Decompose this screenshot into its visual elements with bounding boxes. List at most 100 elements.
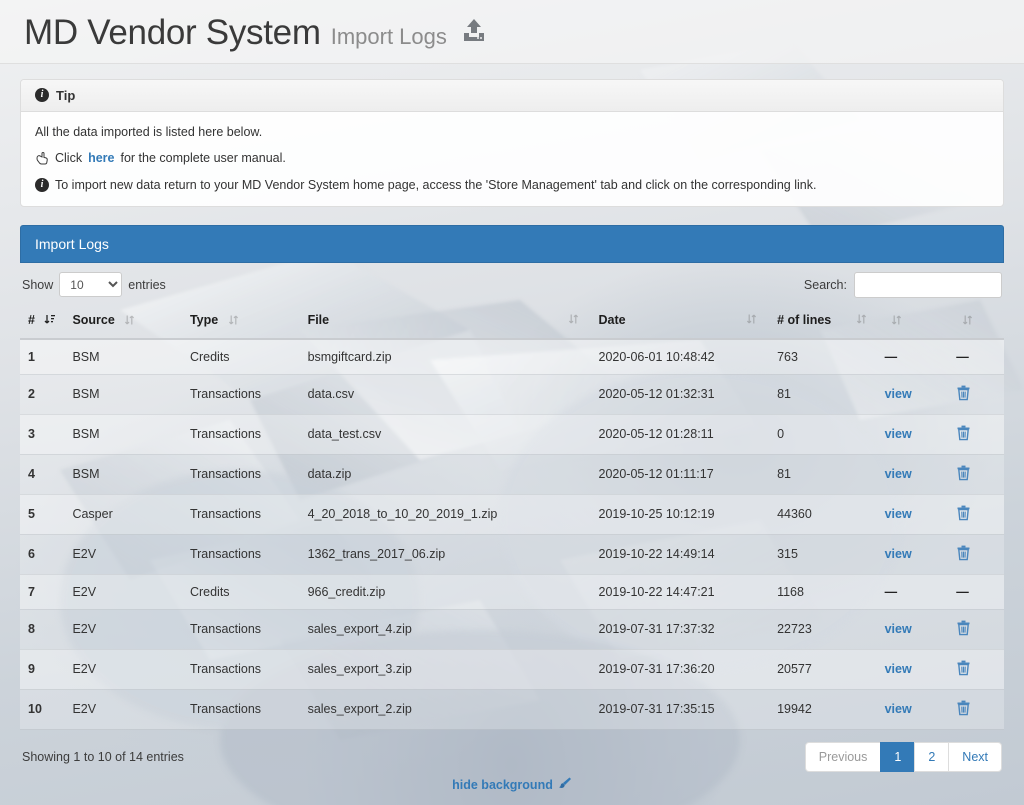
- cell-index: 1: [20, 339, 64, 375]
- column-header-delete[interactable]: [948, 306, 1004, 339]
- tip-line-2: Click here for the complete user manual.: [35, 151, 989, 166]
- cell-index: 6: [20, 534, 64, 574]
- info-circle-icon-2: i: [35, 178, 49, 192]
- cell-file: sales_export_3.zip: [300, 649, 591, 689]
- cell-source: BSM: [64, 339, 182, 375]
- cell-type: Transactions: [182, 374, 300, 414]
- delete-button[interactable]: [956, 385, 971, 401]
- tip-line-1-text: All the data imported is listed here bel…: [35, 125, 262, 139]
- column-header-date[interactable]: Date: [591, 306, 770, 339]
- column-header-type[interactable]: Type: [182, 306, 300, 339]
- cell-index: 5: [20, 494, 64, 534]
- pagination-page-1[interactable]: 1: [880, 742, 915, 772]
- table-info: Showing 1 to 10 of 14 entries: [22, 750, 184, 764]
- view-link[interactable]: view: [885, 507, 912, 521]
- tip-line-3-text: To import new data return to your MD Ven…: [55, 178, 816, 192]
- tip-line-2-suffix: for the complete user manual.: [121, 151, 286, 165]
- cell-type: Credits: [182, 574, 300, 609]
- view-link[interactable]: view: [885, 662, 912, 676]
- cell-source: E2V: [64, 689, 182, 729]
- cell-file: bsmgiftcard.zip: [300, 339, 591, 375]
- column-header-index[interactable]: #: [20, 306, 64, 339]
- cell-file: 1362_trans_2017_06.zip: [300, 534, 591, 574]
- cell-delete: [948, 649, 1004, 689]
- pagination-next[interactable]: Next: [948, 742, 1002, 772]
- column-label-index: #: [28, 313, 35, 327]
- delete-button[interactable]: [956, 660, 971, 676]
- view-link[interactable]: view: [885, 387, 912, 401]
- view-link[interactable]: view: [885, 622, 912, 636]
- pagination: Previous12Next: [805, 742, 1002, 772]
- cell-lines: 19942: [769, 689, 877, 729]
- page-title: Import Logs: [331, 24, 447, 50]
- sort-both-icon: [124, 314, 135, 329]
- cell-view: view: [877, 534, 949, 574]
- cell-index: 8: [20, 609, 64, 649]
- hide-background-link[interactable]: hide background: [452, 776, 572, 793]
- sort-both-icon: [746, 313, 757, 328]
- brand-title: MD Vendor System: [24, 14, 321, 53]
- view-link[interactable]: view: [885, 547, 912, 561]
- column-header-source[interactable]: Source: [64, 306, 182, 339]
- tip-panel-heading: i Tip: [21, 80, 1003, 112]
- cell-type: Transactions: [182, 689, 300, 729]
- sort-both-icon: [228, 314, 239, 329]
- user-manual-link[interactable]: here: [88, 151, 114, 165]
- cell-index: 3: [20, 414, 64, 454]
- table-header-row: # Source: [20, 306, 1004, 339]
- column-header-file[interactable]: File: [300, 306, 591, 339]
- column-label-type: Type: [190, 313, 218, 327]
- delete-button[interactable]: [956, 425, 971, 441]
- page-length-select[interactable]: 10: [59, 272, 122, 297]
- cell-source: E2V: [64, 649, 182, 689]
- cell-source: BSM: [64, 414, 182, 454]
- view-link[interactable]: view: [885, 702, 912, 716]
- cell-lines: 81: [769, 454, 877, 494]
- cell-index: 4: [20, 454, 64, 494]
- sort-both-icon: [856, 313, 867, 328]
- column-header-view[interactable]: [877, 306, 949, 339]
- cell-lines: 44360: [769, 494, 877, 534]
- cell-file: data.zip: [300, 454, 591, 494]
- page-footer: hide background: [0, 776, 1024, 793]
- cell-view: view: [877, 374, 949, 414]
- cell-delete: [948, 374, 1004, 414]
- cell-delete: [948, 494, 1004, 534]
- search-control: Search:: [804, 272, 1002, 298]
- cell-view: view: [877, 609, 949, 649]
- cell-delete: [948, 454, 1004, 494]
- trash-icon: [956, 624, 971, 639]
- hide-background-label: hide background: [452, 778, 553, 792]
- import-logs-panel: Import Logs Show 10 entries Search: #: [20, 225, 1004, 772]
- cell-date: 2019-10-22 14:47:21: [591, 574, 770, 609]
- column-header-lines[interactable]: # of lines: [769, 306, 877, 339]
- pagination-page-2[interactable]: 2: [914, 742, 949, 772]
- delete-button[interactable]: [956, 505, 971, 521]
- view-link[interactable]: view: [885, 427, 912, 441]
- tip-heading-label: Tip: [56, 88, 75, 103]
- tip-panel: i Tip All the data imported is listed he…: [20, 79, 1004, 207]
- table-row: 10E2VTransactionssales_export_2.zip2019-…: [20, 689, 1004, 729]
- pagination-previous[interactable]: Previous: [805, 742, 882, 772]
- page-length-control: Show 10 entries: [22, 272, 166, 297]
- cell-delete: —: [948, 574, 1004, 609]
- cell-file: sales_export_2.zip: [300, 689, 591, 729]
- cell-date: 2019-07-31 17:37:32: [591, 609, 770, 649]
- cell-lines: 763: [769, 339, 877, 375]
- search-input[interactable]: [854, 272, 1002, 298]
- delete-button[interactable]: [956, 700, 971, 716]
- cell-type: Transactions: [182, 454, 300, 494]
- delete-button[interactable]: [956, 545, 971, 561]
- table-row: 7E2VCredits966_credit.zip2019-10-22 14:4…: [20, 574, 1004, 609]
- column-label-source: Source: [72, 313, 114, 327]
- table-controls: Show 10 entries Search:: [20, 263, 1004, 306]
- cell-date: 2019-10-25 10:12:19: [591, 494, 770, 534]
- trash-icon: [956, 664, 971, 679]
- cell-delete: [948, 689, 1004, 729]
- table-row: 9E2VTransactionssales_export_3.zip2019-0…: [20, 649, 1004, 689]
- delete-button[interactable]: [956, 620, 971, 636]
- view-link[interactable]: view: [885, 467, 912, 481]
- cell-view: —: [877, 339, 949, 375]
- delete-button[interactable]: [956, 465, 971, 481]
- no-action-dash: —: [956, 350, 969, 364]
